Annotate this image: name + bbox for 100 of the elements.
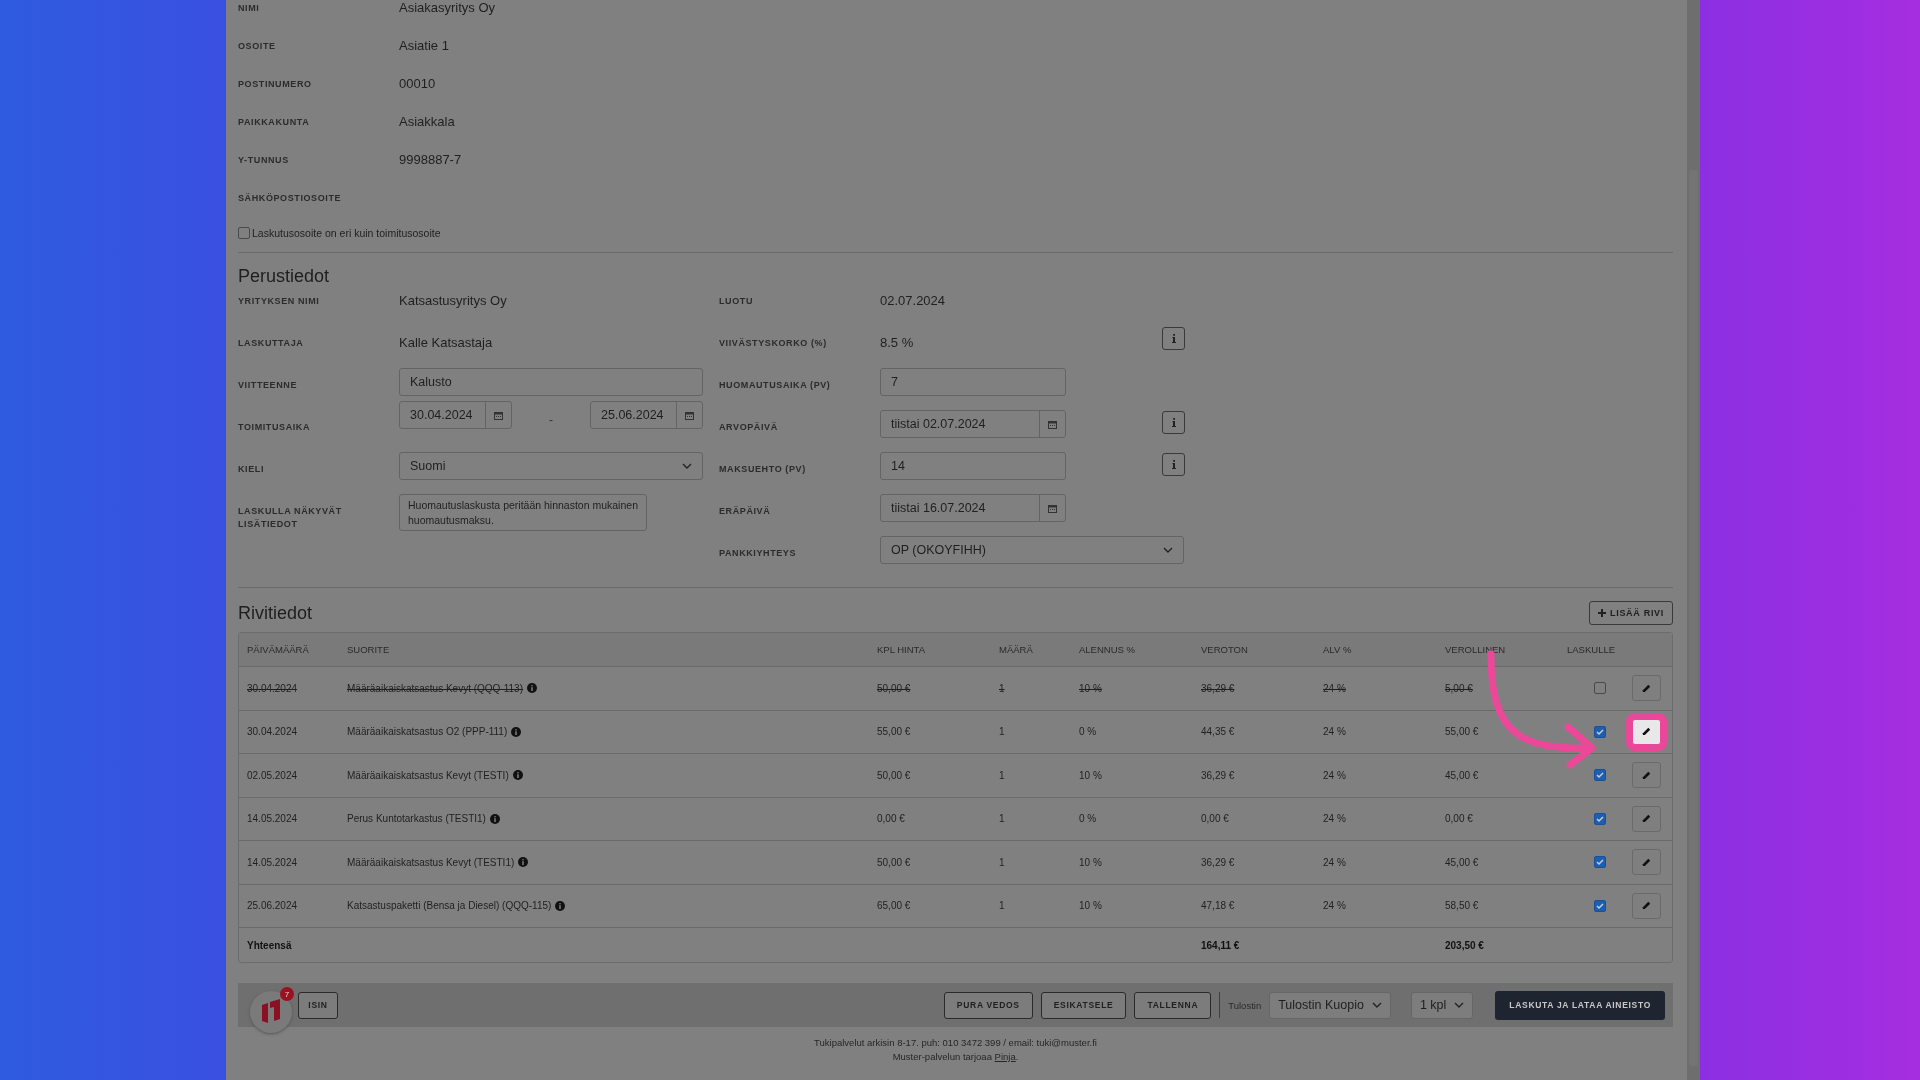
field-label: VIIVÄSTYSKORKO (%) [719,337,828,350]
pencil-icon [1642,770,1651,780]
field-label: PAIKKAKUNTA [238,116,311,129]
bank-select[interactable]: OP (OKOYFIHH) [880,536,1184,564]
field-value: Kalle Katsastaja [399,335,493,351]
info-icon [555,900,566,911]
calendar-icon [1048,503,1057,513]
table-cell: 24 % [1323,900,1346,912]
plus-icon [1598,609,1606,617]
table-cell: 10 % [1079,769,1102,781]
checkbox[interactable] [1593,725,1606,738]
table-cell: 50,00 € [877,682,911,694]
table-cell: 55,00 € [877,726,911,738]
checkbox[interactable] [1593,812,1606,825]
chevron-down-icon [1454,1002,1465,1008]
table-cell: 58,50 € [1445,900,1479,912]
date-input[interactable]: tiistai 02.07.2024 [880,410,1066,438]
action-button[interactable]: TALLENNA [1134,991,1212,1019]
invoice-button[interactable]: LASKUTA JA LATAA AINEISTO [1495,990,1665,1020]
chevron-down-icon [1163,547,1173,553]
pencil-icon [1642,857,1651,867]
field-label: YRITYKSEN NIMI [238,295,321,308]
section-title: Perustiedot [238,265,331,288]
info-icon [511,726,522,737]
logo-icon [260,999,282,1025]
table-cell: 24 % [1323,769,1346,781]
info-button[interactable] [1162,411,1185,434]
table-cell: 24 % [1323,813,1346,825]
table-cell: Määräaikaiskatsastus O2 (PPP-111) [347,726,522,738]
section-title: Rivitiedot [238,602,313,625]
support-text: Tukipalvelut arkisin 8-17. puh: 010 3472 399 / email: tuki@muster.fi [814,1037,1097,1048]
info-button[interactable] [1162,453,1185,476]
column-header: ALV % [1323,644,1353,655]
notification-badge: 7 [280,987,294,1001]
table-cell: Määräaikaiskatsastus Kevyt (QQQ-113) [347,682,537,694]
printer-label: Tulostin [1228,999,1262,1011]
language-select[interactable]: Suomi [399,452,703,480]
chevron-down-icon [682,463,692,469]
table-cell: 24 % [1323,856,1346,868]
table-cell: 14.05.2024 [247,813,298,825]
column-header: ALENNUS % [1079,644,1136,655]
table-cell: 65,00 € [877,900,911,912]
back-button[interactable]: ISIN [298,991,338,1019]
calendar-icon [685,410,694,420]
calendar-icon [494,410,503,420]
date-input[interactable]: 30.04.2024 [399,401,512,429]
column-header: LASKULLE [1567,644,1617,655]
field-value: Asiatie 1 [399,38,449,54]
info-icon [1171,334,1176,343]
table-cell: 36,29 € [1201,856,1235,868]
checkbox[interactable] [1593,899,1606,912]
table-cell: 50,00 € [877,769,911,781]
date-input[interactable]: 25.06.2024 [590,401,703,429]
table-cell: 02.05.2024 [247,769,298,781]
table-cell: 1 [999,856,1005,868]
field-label: ERÄPÄIVÄ [719,505,772,518]
checkbox[interactable] [1593,856,1606,869]
field-label: ARVOPÄIVÄ [719,421,779,434]
field-label: TOIMITUSAIKA [238,421,312,434]
range-separator: - [548,412,554,427]
info-icon [512,770,523,781]
field-label: VIITTEENNE [238,379,298,392]
field-value: Katsastusyritys Oy [399,293,507,309]
info-button[interactable] [1162,327,1185,350]
table-cell: 36,29 € [1201,769,1235,781]
text-input[interactable]: Kalusto [399,368,703,396]
info-icon [1171,460,1176,469]
date-input[interactable]: tiistai 16.07.2024 [880,494,1066,522]
field-label: HUOMAUTUSAIKA (PV) [719,379,832,392]
table-cell: 10 % [1079,856,1102,868]
provider-text: Muster-palvelun tarjoaa Pinja. [892,1051,1019,1062]
table-cell: 1 [999,769,1005,781]
checkbox[interactable] [238,227,250,239]
table-cell: 30.04.2024 [247,682,298,694]
add-row-button[interactable]: LISÄÄ RIVI [1589,601,1673,625]
column-header: MÄÄRÄ [999,644,1034,655]
table-cell: 0,00 € [1201,813,1229,825]
table-cell: 1 [999,726,1005,738]
text-input[interactable]: 7 [880,368,1066,396]
table-cell: 14.05.2024 [247,856,298,868]
field-label: MAKSUEHTO (PV) [719,463,807,476]
field-label: KIELI [238,463,265,476]
field-label: PANKKIYHTEYS [719,547,798,560]
provider-link[interactable]: Pinja [994,1051,1016,1062]
action-button[interactable]: PURA VEDOS [943,991,1033,1019]
action-button[interactable]: ESIKATSELE [1040,991,1127,1019]
total-net: 164,11 € [1201,939,1241,951]
table-cell: Määräaikaiskatsastus Kevyt (TESTI1) [347,856,529,868]
printer-select[interactable]: Tulostin Kuopio [1269,991,1391,1019]
checkbox[interactable] [1593,769,1606,782]
table-cell: 10 % [1079,682,1102,694]
text-area[interactable]: Huomautuslaskusta peritään hinnaston mukainen huomautusmaksu. [399,494,647,531]
copies-select[interactable]: 1 kpl [1410,991,1474,1019]
table-cell: 47,18 € [1201,900,1235,912]
table-cell: 25.06.2024 [247,900,298,912]
checkbox[interactable] [1593,682,1606,695]
text-input[interactable]: 14 [880,452,1066,480]
field-label: LUOTU [719,295,754,308]
table-cell: 1 [999,900,1005,912]
column-header: VEROLLINEN [1445,644,1507,655]
